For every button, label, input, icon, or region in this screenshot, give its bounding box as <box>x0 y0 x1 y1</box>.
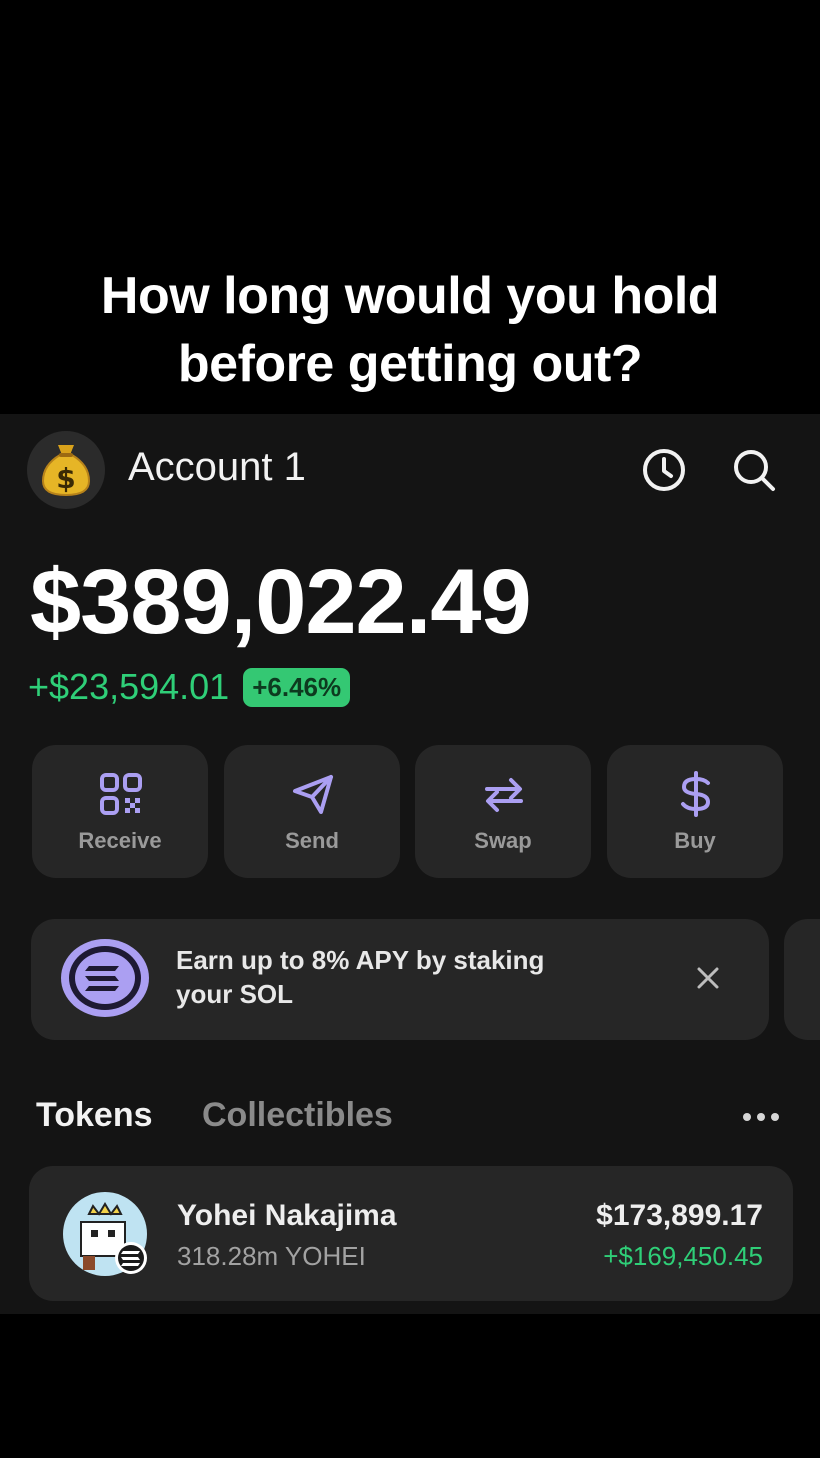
solana-icon <box>61 939 149 1017</box>
wallet-screen: $ Account 1 $389,022.49 +$23,594.01 +6.4… <box>0 414 820 1314</box>
close-icon[interactable] <box>695 965 721 991</box>
buy-button[interactable]: Buy <box>607 745 783 878</box>
receive-button[interactable]: Receive <box>32 745 208 878</box>
caption-line-1: How long would you hold <box>100 267 720 325</box>
token-change: +$169,450.45 <box>603 1241 763 1271</box>
more-horizontal-icon[interactable] <box>742 1112 780 1122</box>
account-name[interactable]: Account 1 <box>128 445 306 490</box>
promo-text: Earn up to 8% APY by staking your SOL <box>176 943 646 1011</box>
swap-button[interactable]: Swap <box>415 745 591 878</box>
token-name: Yohei Nakajima <box>177 1199 397 1232</box>
token-avatar-icon <box>63 1192 147 1276</box>
paper-plane-icon <box>293 775 333 814</box>
change-amount: +$23,594.01 <box>28 666 230 707</box>
receive-label: Receive <box>78 828 162 853</box>
promo-line-1: Earn up to 8% APY by staking <box>176 945 545 975</box>
dollar-icon <box>681 771 711 817</box>
account-avatar[interactable]: $ <box>27 431 105 509</box>
token-amount: 318.28m YOHEI <box>177 1241 366 1271</box>
buy-label: Buy <box>674 828 716 853</box>
money-bag-icon: $ <box>41 445 91 497</box>
qr-code-icon <box>100 773 142 815</box>
clock-icon[interactable] <box>640 446 688 494</box>
swap-arrows-icon <box>485 778 523 812</box>
send-button[interactable]: Send <box>224 745 400 878</box>
change-percent-badge: +6.46% <box>243 667 351 707</box>
avatar-symbol: $ <box>56 462 75 495</box>
total-balance: $389,022.49 <box>30 551 532 653</box>
caption-line-2: before getting out? <box>177 335 643 393</box>
caption: How long would you hold before getting o… <box>0 262 820 398</box>
token-row[interactable]: Yohei Nakajima 318.28m YOHEI $173,899.17… <box>29 1166 793 1301</box>
tab-collectibles[interactable]: Collectibles <box>202 1096 393 1135</box>
next-promo-card[interactable] <box>784 919 820 1040</box>
send-label: Send <box>285 828 339 853</box>
staking-promo-card[interactable]: Earn up to 8% APY by staking your SOL <box>31 919 769 1040</box>
token-value: $173,899.17 <box>596 1199 763 1232</box>
swap-label: Swap <box>474 828 532 853</box>
tab-tokens[interactable]: Tokens <box>36 1096 153 1135</box>
promo-line-2: your SOL <box>176 979 294 1009</box>
balance-change: +$23,594.01 +6.46% <box>28 666 351 708</box>
search-icon[interactable] <box>730 446 778 494</box>
